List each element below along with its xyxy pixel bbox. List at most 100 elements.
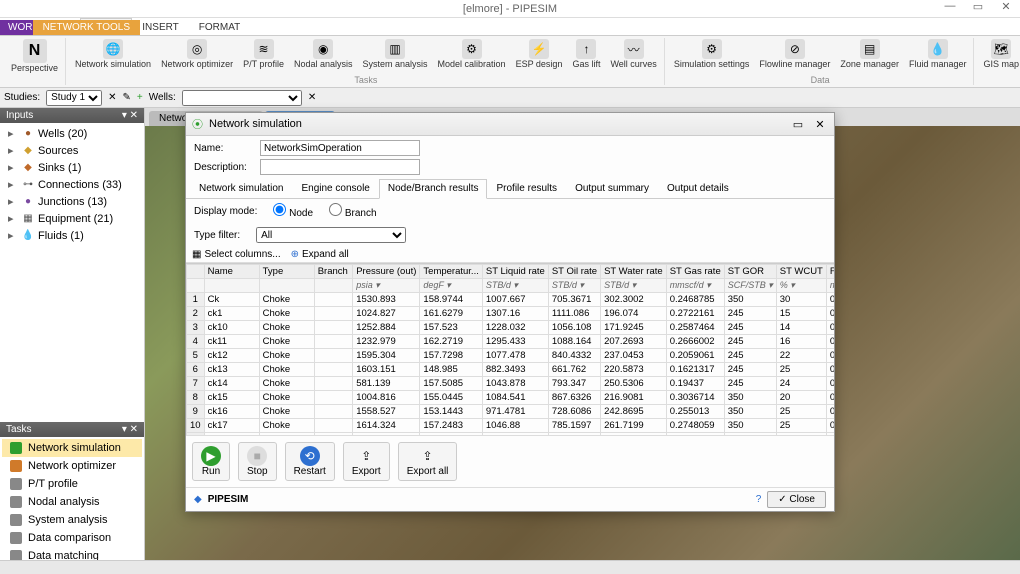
close-button[interactable]: ✓ Close bbox=[767, 491, 826, 508]
format-tab[interactable]: FORMAT bbox=[189, 20, 250, 35]
inputs-tree-item[interactable]: ▸⊶Connections (33) bbox=[2, 176, 142, 193]
dialog-close-button[interactable]: ✕ bbox=[812, 118, 828, 131]
display-mode-label: Display mode: bbox=[194, 206, 257, 217]
model-calibration-button[interactable]: ⚙Model calibration bbox=[435, 38, 509, 70]
task-item[interactable]: Data matching bbox=[2, 547, 142, 560]
expand-all-button[interactable]: ⊕Expand all bbox=[291, 249, 349, 260]
inputs-tree-item[interactable]: ▸💧Fluids (1) bbox=[2, 227, 142, 244]
network-simulation-dialog: ⦿ Network simulation ▭ ✕ Name: Descripti… bbox=[185, 112, 835, 512]
delete-study-icon[interactable]: ✕ bbox=[108, 92, 116, 103]
restart-button[interactable]: ⟲Restart bbox=[285, 442, 335, 481]
mode-node-radio[interactable]: Node bbox=[273, 203, 313, 219]
dialog-tab[interactable]: Node/Branch results bbox=[379, 179, 488, 199]
column-header[interactable]: FL Gas rate (... bbox=[826, 265, 834, 279]
columns-icon: ▦ bbox=[192, 249, 201, 260]
column-header[interactable]: ST Gas rate bbox=[666, 265, 724, 279]
network-simulation-button[interactable]: 🌐Network simulation bbox=[72, 38, 154, 70]
table-row[interactable]: 2ck1Choke1024.827161.62791307.161111.086… bbox=[187, 307, 835, 321]
table-row[interactable]: 6ck13Choke1603.151148.985882.3493661.762… bbox=[187, 363, 835, 377]
task-item[interactable]: Network optimizer bbox=[2, 457, 142, 475]
collapse-icon[interactable]: ▾ ✕ bbox=[122, 110, 138, 121]
table-row[interactable]: 8ck15Choke1004.816155.04451084.541867.63… bbox=[187, 391, 835, 405]
stop-button[interactable]: ■Stop bbox=[238, 442, 277, 481]
inputs-tree-item[interactable]: ▸◆Sinks (1) bbox=[2, 159, 142, 176]
dialog-tab[interactable]: Engine console bbox=[292, 179, 378, 198]
well-curves-button[interactable]: 〰Well curves bbox=[607, 38, 659, 70]
column-header[interactable]: Branch bbox=[314, 265, 353, 279]
unit-header: % ▾ bbox=[776, 279, 826, 293]
add-study-icon[interactable]: + bbox=[137, 92, 143, 103]
task-item[interactable]: Data comparison bbox=[2, 529, 142, 547]
column-header[interactable]: Pressure (out) bbox=[353, 265, 420, 279]
inputs-tree-item[interactable]: ▸●Junctions (13) bbox=[2, 193, 142, 210]
wells-select[interactable] bbox=[182, 90, 302, 106]
edit-study-icon[interactable]: ✎ bbox=[123, 92, 131, 103]
esp-design-button[interactable]: ⚡ESP design bbox=[513, 38, 566, 70]
task-item[interactable]: Nodal analysis bbox=[2, 493, 142, 511]
task-item[interactable]: P/T profile bbox=[2, 475, 142, 493]
run-button[interactable]: ▶Run bbox=[192, 442, 230, 481]
gas-lift-button[interactable]: ↑Gas lift bbox=[569, 38, 603, 70]
studies-bar: Studies: Study 1 ✕ ✎ + Wells: ✕ bbox=[0, 88, 1020, 108]
name-input[interactable] bbox=[260, 140, 420, 156]
export-button[interactable]: ⇪Export bbox=[343, 442, 390, 481]
collapse-icon[interactable]: ▾ ✕ bbox=[122, 424, 138, 435]
select-columns-button[interactable]: ▦Select columns... bbox=[192, 249, 281, 260]
nodal-analysis-button[interactable]: ◉Nodal analysis bbox=[291, 38, 356, 70]
dialog-tab[interactable]: Output details bbox=[658, 179, 738, 198]
dialog-tab[interactable]: Network simulation bbox=[190, 179, 292, 198]
context-tab[interactable]: NETWORK TOOLS bbox=[33, 20, 140, 35]
flowline-manager-button[interactable]: ⊘Flowline manager bbox=[756, 38, 833, 70]
close-window-button[interactable]: ✕ bbox=[996, 0, 1016, 13]
dialog-tab[interactable]: Profile results bbox=[487, 179, 566, 198]
pt-profile-button[interactable]: ≋P/T profile bbox=[240, 38, 287, 70]
description-input[interactable] bbox=[260, 159, 420, 175]
maximize-button[interactable]: ▭ bbox=[968, 0, 988, 13]
inputs-tree-item[interactable]: ▸▦Equipment (21) bbox=[2, 210, 142, 227]
zone-manager-button[interactable]: ▤Zone manager bbox=[837, 38, 902, 70]
fluid-manager-button[interactable]: 💧Fluid manager bbox=[906, 38, 970, 70]
column-header[interactable] bbox=[187, 265, 205, 279]
studies-select[interactable]: Study 1 bbox=[46, 90, 102, 106]
inputs-tree-item[interactable]: ▸◆Sources bbox=[2, 142, 142, 159]
table-row[interactable]: 7ck14Choke581.139157.50851043.878793.347… bbox=[187, 377, 835, 391]
column-header[interactable]: Temperatur... bbox=[420, 265, 482, 279]
inputs-tree-item[interactable]: ▸●Wells (20) bbox=[2, 125, 142, 142]
column-header[interactable]: Type bbox=[259, 265, 314, 279]
column-header[interactable]: Name bbox=[204, 265, 259, 279]
table-row[interactable]: 10ck17Choke1614.324157.24831046.88785.15… bbox=[187, 419, 835, 433]
system-icon: ▥ bbox=[385, 39, 405, 59]
column-header[interactable]: ST Liquid rate bbox=[482, 265, 548, 279]
perspective-button[interactable]: NPerspective bbox=[8, 38, 61, 74]
zone-icon: ▤ bbox=[860, 39, 880, 59]
simulation-settings-button[interactable]: ⚙Simulation settings bbox=[671, 38, 753, 70]
results-grid-wrap[interactable]: NameTypeBranchPressure (out)Temperatur..… bbox=[186, 263, 834, 435]
minimize-button[interactable]: — bbox=[940, 0, 960, 13]
column-header[interactable]: ST GOR bbox=[724, 265, 776, 279]
table-row[interactable]: 3ck10Choke1252.884157.5231228.0321056.10… bbox=[187, 321, 835, 335]
curves-icon: 〰 bbox=[624, 39, 644, 59]
task-item[interactable]: System analysis bbox=[2, 511, 142, 529]
system-analysis-button[interactable]: ▥System analysis bbox=[359, 38, 430, 70]
wells-delete-icon[interactable]: ✕ bbox=[308, 92, 316, 103]
type-filter-select[interactable]: All bbox=[256, 227, 406, 243]
column-header[interactable]: ST WCUT bbox=[776, 265, 826, 279]
table-row[interactable]: 5ck12Choke1595.304157.72981077.478840.43… bbox=[187, 349, 835, 363]
table-row[interactable]: 9ck16Choke1558.527153.1443971.4781728.60… bbox=[187, 405, 835, 419]
column-header[interactable]: ST Water rate bbox=[601, 265, 667, 279]
gis-map-button[interactable]: 🗺GIS map bbox=[980, 38, 1020, 70]
dialog-tab[interactable]: Output summary bbox=[566, 179, 658, 198]
table-row[interactable]: 4ck11Choke1232.979162.27191295.4331088.1… bbox=[187, 335, 835, 349]
tasks-list: Network simulationNetwork optimizerP/T p… bbox=[0, 437, 144, 560]
task-item[interactable]: Network simulation bbox=[2, 439, 142, 457]
gas-icon: ↑ bbox=[576, 39, 596, 59]
dialog-maximize-button[interactable]: ▭ bbox=[790, 118, 806, 131]
insert-tab[interactable]: INSERT bbox=[132, 20, 189, 35]
help-icon[interactable]: ? bbox=[756, 494, 762, 505]
export-all-button[interactable]: ⇪Export all bbox=[398, 442, 458, 481]
table-row[interactable]: 1CkChoke1530.893158.97441007.667705.3671… bbox=[187, 293, 835, 307]
mode-branch-radio[interactable]: Branch bbox=[329, 203, 376, 219]
window-controls: — ▭ ✕ bbox=[940, 0, 1016, 13]
column-header[interactable]: ST Oil rate bbox=[548, 265, 600, 279]
network-optimizer-button[interactable]: ◎Network optimizer bbox=[158, 38, 236, 70]
